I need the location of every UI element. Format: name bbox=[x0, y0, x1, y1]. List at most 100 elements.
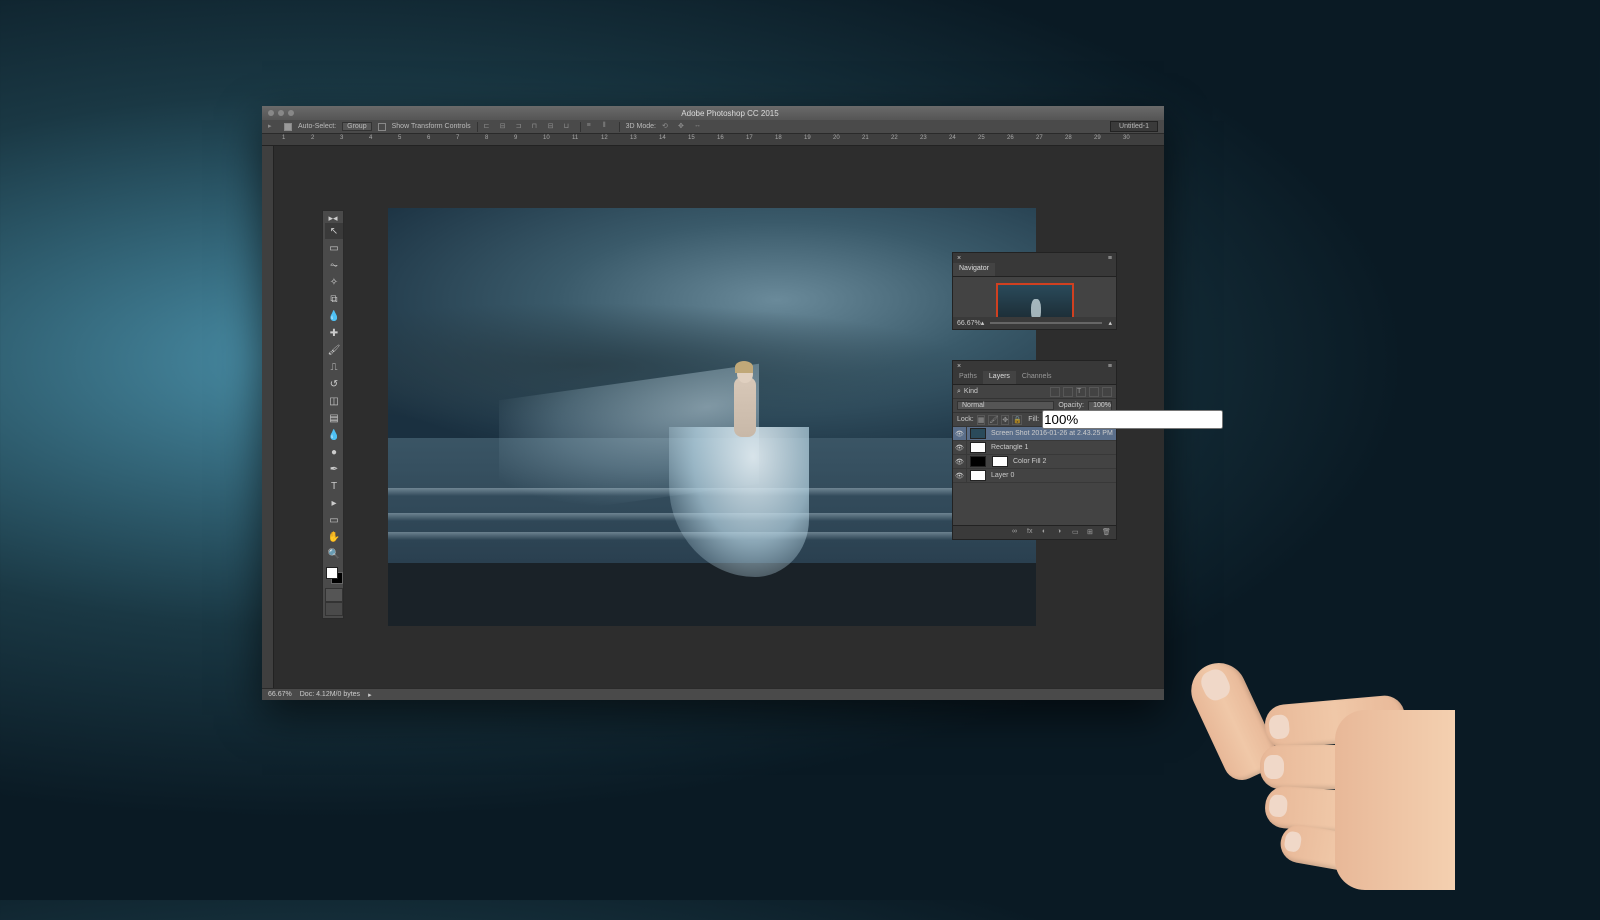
layer-name-label[interactable]: Screen Shot 2016-01-26 at 2.43.25 PM bbox=[989, 430, 1116, 437]
auto-select-checkbox[interactable] bbox=[284, 123, 292, 131]
fill-input[interactable] bbox=[1042, 410, 1223, 429]
marquee-tool[interactable]: ▭ bbox=[325, 240, 343, 256]
eyedropper-tool[interactable]: 💧 bbox=[325, 308, 343, 324]
filter-kind-label[interactable]: ⌕ bbox=[957, 388, 961, 396]
minimize-window-icon[interactable] bbox=[278, 110, 284, 116]
shape-tool[interactable]: ▭ bbox=[325, 512, 343, 528]
zoom-slider[interactable] bbox=[990, 322, 1102, 324]
navigator-panel[interactable]: × ≡ Navigator 66.67% ▴ ▴ bbox=[952, 252, 1117, 330]
distribute-icon[interactable]: ⫴ bbox=[603, 122, 613, 132]
horizontal-ruler[interactable]: 1234567891011121314151617181920212223242… bbox=[262, 134, 1164, 146]
magic-wand-tool[interactable]: ✧ bbox=[325, 274, 343, 290]
layer-mask-thumb[interactable] bbox=[970, 456, 986, 467]
foreground-color[interactable] bbox=[326, 567, 338, 579]
opacity-input[interactable] bbox=[1088, 401, 1112, 411]
layers-panel[interactable]: × ≡ PathsLayersChannels ⌕ Kind T Normal … bbox=[952, 360, 1117, 540]
collapse-icon[interactable]: ▸◂ bbox=[325, 213, 341, 223]
color-swatches[interactable] bbox=[325, 566, 341, 588]
layer-fx-icon[interactable]: fx bbox=[1027, 528, 1037, 538]
close-icon[interactable]: × bbox=[957, 255, 961, 262]
history-brush-tool[interactable]: ↺ bbox=[325, 376, 343, 392]
adjustment-layer-icon[interactable]: ◑ bbox=[1057, 528, 1067, 538]
crop-tool[interactable]: ⧉ bbox=[325, 291, 343, 307]
3d-orbit-icon[interactable]: ⟲ bbox=[662, 122, 672, 132]
visibility-eye-icon[interactable]: 👁 bbox=[953, 469, 967, 482]
layer-thumbnail[interactable] bbox=[970, 470, 986, 481]
chevron-right-icon[interactable]: ▸ bbox=[368, 691, 372, 699]
new-layer-icon[interactable]: ⊞ bbox=[1087, 528, 1097, 538]
healing-brush-tool[interactable]: ✚ bbox=[325, 325, 343, 341]
close-window-icon[interactable] bbox=[268, 110, 274, 116]
canvas[interactable] bbox=[388, 208, 1036, 626]
distribute-icon[interactable]: ≡ bbox=[587, 122, 597, 132]
panel-menu-icon[interactable]: ≡ bbox=[1108, 255, 1112, 262]
zoom-in-icon[interactable]: ▴ bbox=[1108, 319, 1112, 327]
vertical-ruler[interactable] bbox=[262, 146, 274, 688]
align-center-h-icon[interactable]: ⊟ bbox=[500, 122, 510, 132]
close-icon[interactable]: × bbox=[957, 363, 961, 370]
layer-name-label[interactable]: Layer 0 bbox=[989, 472, 1116, 479]
pen-tool[interactable]: ✒ bbox=[325, 461, 343, 477]
dodge-tool[interactable]: ● bbox=[325, 444, 343, 460]
type-tool[interactable]: T bbox=[325, 478, 343, 494]
align-top-icon[interactable]: ⊓ bbox=[532, 122, 542, 132]
layer-group-icon[interactable]: ▭ bbox=[1072, 528, 1082, 538]
auto-select-dropdown[interactable]: Group bbox=[342, 122, 371, 131]
3d-pan-icon[interactable]: ✥ bbox=[678, 122, 688, 132]
align-bottom-icon[interactable]: ⊔ bbox=[564, 122, 574, 132]
hand-tool[interactable]: ✋ bbox=[325, 529, 343, 545]
show-transform-checkbox[interactable] bbox=[378, 123, 386, 131]
align-right-icon[interactable]: ⊐ bbox=[516, 122, 526, 132]
titlebar[interactable]: Adobe Photoshop CC 2015 bbox=[262, 106, 1164, 120]
quick-mask-toggle[interactable] bbox=[325, 588, 343, 602]
tab-layers[interactable]: Layers bbox=[983, 371, 1016, 384]
layer-row[interactable]: 👁 Rectangle 1 bbox=[953, 441, 1116, 455]
lock-pixels-icon[interactable]: 🖌 bbox=[988, 415, 998, 425]
align-left-icon[interactable]: ⊏ bbox=[484, 122, 494, 132]
layer-name-label[interactable]: Rectangle 1 bbox=[989, 444, 1116, 451]
filter-smart-icon[interactable] bbox=[1102, 387, 1112, 397]
lock-all-icon[interactable]: 🔒 bbox=[1012, 415, 1022, 425]
zoom-tool[interactable]: 🔍 bbox=[325, 546, 343, 562]
path-select-tool[interactable]: ▸ bbox=[325, 495, 343, 511]
clone-stamp-tool[interactable]: ⎍ bbox=[325, 359, 343, 375]
visibility-eye-icon[interactable]: 👁 bbox=[953, 441, 967, 454]
tab-channels[interactable]: Channels bbox=[1016, 371, 1058, 384]
layer-row[interactable]: 👁 Screen Shot 2016-01-26 at 2.43.25 PM bbox=[953, 427, 1116, 441]
status-doc-info[interactable]: Doc: 4.12M/0 bytes bbox=[300, 691, 360, 698]
layer-row[interactable]: 👁 Layer 0 bbox=[953, 469, 1116, 483]
layer-thumbnail[interactable] bbox=[970, 428, 986, 439]
visibility-eye-icon[interactable]: 👁 bbox=[953, 427, 967, 440]
lock-transparency-icon[interactable]: ▦ bbox=[977, 415, 986, 425]
filter-shape-icon[interactable] bbox=[1089, 387, 1099, 397]
filter-adjust-icon[interactable] bbox=[1063, 387, 1073, 397]
document-tab[interactable]: Untitled-1 bbox=[1110, 121, 1158, 132]
navigator-zoom[interactable]: 66.67% bbox=[957, 320, 981, 327]
zoom-out-icon[interactable]: ▴ bbox=[981, 319, 985, 327]
status-zoom[interactable]: 66.67% bbox=[268, 691, 292, 698]
maximize-window-icon[interactable] bbox=[288, 110, 294, 116]
layer-row[interactable]: 👁 Color Fill 2 bbox=[953, 455, 1116, 469]
filter-type-icon[interactable]: T bbox=[1076, 387, 1086, 397]
blur-tool[interactable]: 💧 bbox=[325, 427, 343, 443]
panel-menu-icon[interactable]: ≡ bbox=[1108, 363, 1112, 370]
filter-kind-dropdown[interactable]: Kind bbox=[964, 388, 978, 395]
eraser-tool[interactable]: ◫ bbox=[325, 393, 343, 409]
link-layers-icon[interactable]: ∞ bbox=[1012, 528, 1022, 538]
layer-thumbnail[interactable] bbox=[970, 442, 986, 453]
align-center-v-icon[interactable]: ⊟ bbox=[548, 122, 558, 132]
lasso-tool[interactable]: ⏦ bbox=[325, 257, 343, 273]
screen-mode-toggle[interactable] bbox=[325, 602, 343, 616]
visibility-eye-icon[interactable]: 👁 bbox=[953, 455, 967, 468]
layer-thumbnail[interactable] bbox=[992, 456, 1008, 467]
3d-slide-icon[interactable]: ↔ bbox=[694, 122, 704, 132]
filter-pixel-icon[interactable] bbox=[1050, 387, 1060, 397]
blend-mode-dropdown[interactable]: Normal bbox=[957, 401, 1054, 410]
brush-tool[interactable]: 🖌 bbox=[325, 342, 343, 358]
layer-name-label[interactable]: Color Fill 2 bbox=[1011, 458, 1116, 465]
layer-mask-icon[interactable]: ◐ bbox=[1042, 528, 1052, 538]
tools-panel[interactable]: ▸◂ ↖▭⏦✧⧉💧✚🖌⎍↺◫▤💧●✒T▸▭✋🔍 bbox=[322, 210, 344, 619]
tab-navigator[interactable]: Navigator bbox=[953, 263, 995, 276]
lock-position-icon[interactable]: ✥ bbox=[1001, 415, 1009, 425]
move-tool[interactable]: ↖ bbox=[325, 223, 343, 239]
